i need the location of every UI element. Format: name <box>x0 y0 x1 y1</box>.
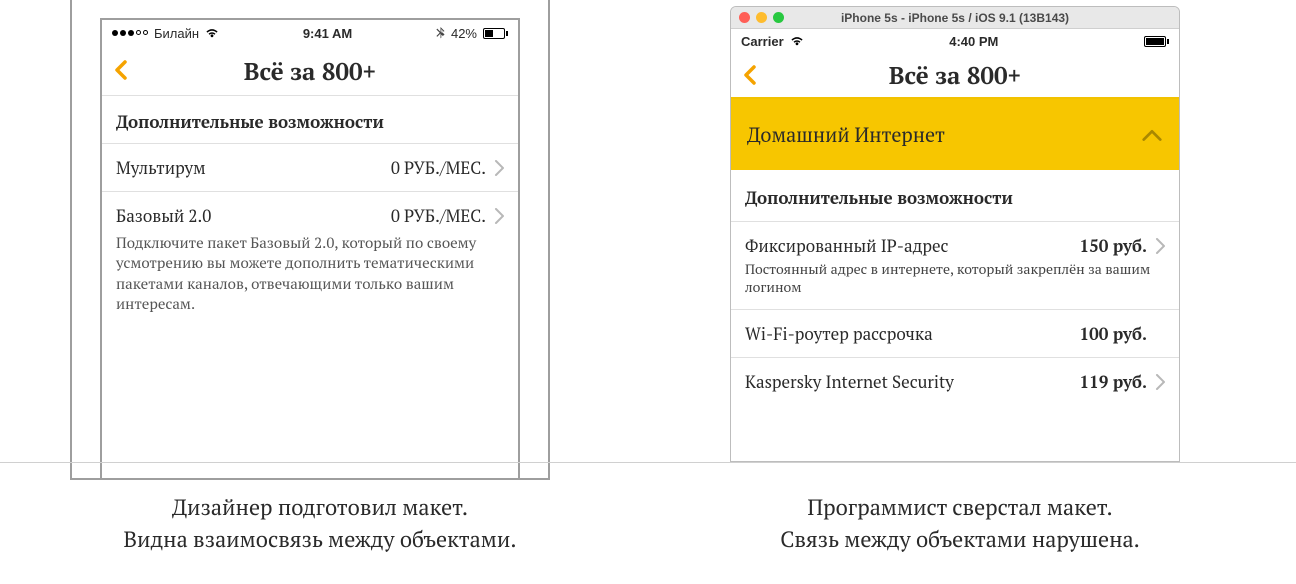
nav-bar: Всё за 800+ <box>102 46 518 96</box>
section-header: Дополнительные возможности <box>731 170 1179 222</box>
option-label: Kaspersky Internet Security <box>745 370 954 393</box>
option-price: 150 руб. <box>1080 234 1148 257</box>
designer-phone-frame: Билайн 9:41 AM 42% Всё за 800+ Дополните… <box>70 0 550 480</box>
caption-left: Дизайнер подготовил макет. Видна взаимос… <box>40 492 600 556</box>
carrier-label: Билайн <box>154 26 199 41</box>
option-row-fixed-ip[interactable]: Фиксированный IP-адрес 150 руб. Постоянн… <box>731 222 1179 310</box>
signal-dots-icon <box>112 30 148 36</box>
status-time: 9:41 AM <box>303 26 352 41</box>
caption-right: Программист сверстал макет. Связь между … <box>680 492 1240 556</box>
nav-bar: Всё за 800+ <box>731 53 1179 99</box>
option-price: 0 РУБ./МЕС. <box>391 156 486 179</box>
simulator-window: iPhone 5s - iPhone 5s / iOS 9.1 (13B143)… <box>730 6 1180 462</box>
status-bar: Carrier 4:40 PM <box>731 29 1179 53</box>
option-row-multiroom[interactable]: Мультирум 0 РУБ./МЕС. <box>102 144 518 192</box>
option-price: 0 РУБ./МЕС. <box>391 204 486 227</box>
chevron-up-icon <box>1141 127 1163 143</box>
chevron-right-icon <box>1155 374 1165 390</box>
back-icon[interactable] <box>739 63 763 87</box>
option-row-wifi-router[interactable]: Wi-Fi-роутер рассрочка 100 руб. <box>731 310 1179 358</box>
expander-label: Домашний Интернет <box>747 121 945 148</box>
option-description: Подключите пакет Базовый 2.0, который по… <box>116 233 504 314</box>
chevron-right-icon <box>494 208 504 224</box>
divider-line <box>0 462 1296 463</box>
option-description: Постоянный адрес в интернете, который за… <box>745 261 1165 297</box>
battery-icon <box>483 28 508 39</box>
status-bar: Билайн 9:41 AM 42% <box>102 20 518 46</box>
option-price: 119 руб. <box>1080 370 1148 393</box>
back-icon[interactable] <box>110 58 134 82</box>
window-title: iPhone 5s - iPhone 5s / iOS 9.1 (13B143) <box>731 11 1179 25</box>
mac-titlebar: iPhone 5s - iPhone 5s / iOS 9.1 (13B143) <box>731 7 1179 29</box>
chevron-right-icon <box>494 160 504 176</box>
option-row-kaspersky[interactable]: Kaspersky Internet Security 119 руб. <box>731 358 1179 405</box>
option-label: Wi-Fi-роутер рассрочка <box>745 322 933 345</box>
designer-screen: Билайн 9:41 AM 42% Всё за 800+ Дополните… <box>100 18 520 480</box>
option-row-basic[interactable]: Базовый 2.0 0 РУБ./МЕС. Подключите пакет… <box>102 192 518 326</box>
wifi-icon <box>205 27 219 39</box>
option-label: Мультирум <box>116 156 206 179</box>
expander-home-internet[interactable]: Домашний Интернет <box>731 99 1179 170</box>
page-title: Всё за 800+ <box>244 55 376 87</box>
option-label: Базовый 2.0 <box>116 204 211 227</box>
page-title: Всё за 800+ <box>889 59 1021 91</box>
status-time: 4:40 PM <box>949 34 998 49</box>
option-label: Фиксированный IP-адрес <box>745 234 948 257</box>
battery-icon <box>1144 36 1169 47</box>
carrier-label: Carrier <box>741 34 784 49</box>
wifi-icon <box>790 35 804 47</box>
option-price: 100 руб. <box>1080 322 1148 345</box>
battery-percent: 42% <box>451 26 477 41</box>
section-header: Дополнительные возможности <box>102 96 518 144</box>
chevron-right-icon <box>1155 238 1165 254</box>
bluetooth-icon <box>436 27 445 40</box>
